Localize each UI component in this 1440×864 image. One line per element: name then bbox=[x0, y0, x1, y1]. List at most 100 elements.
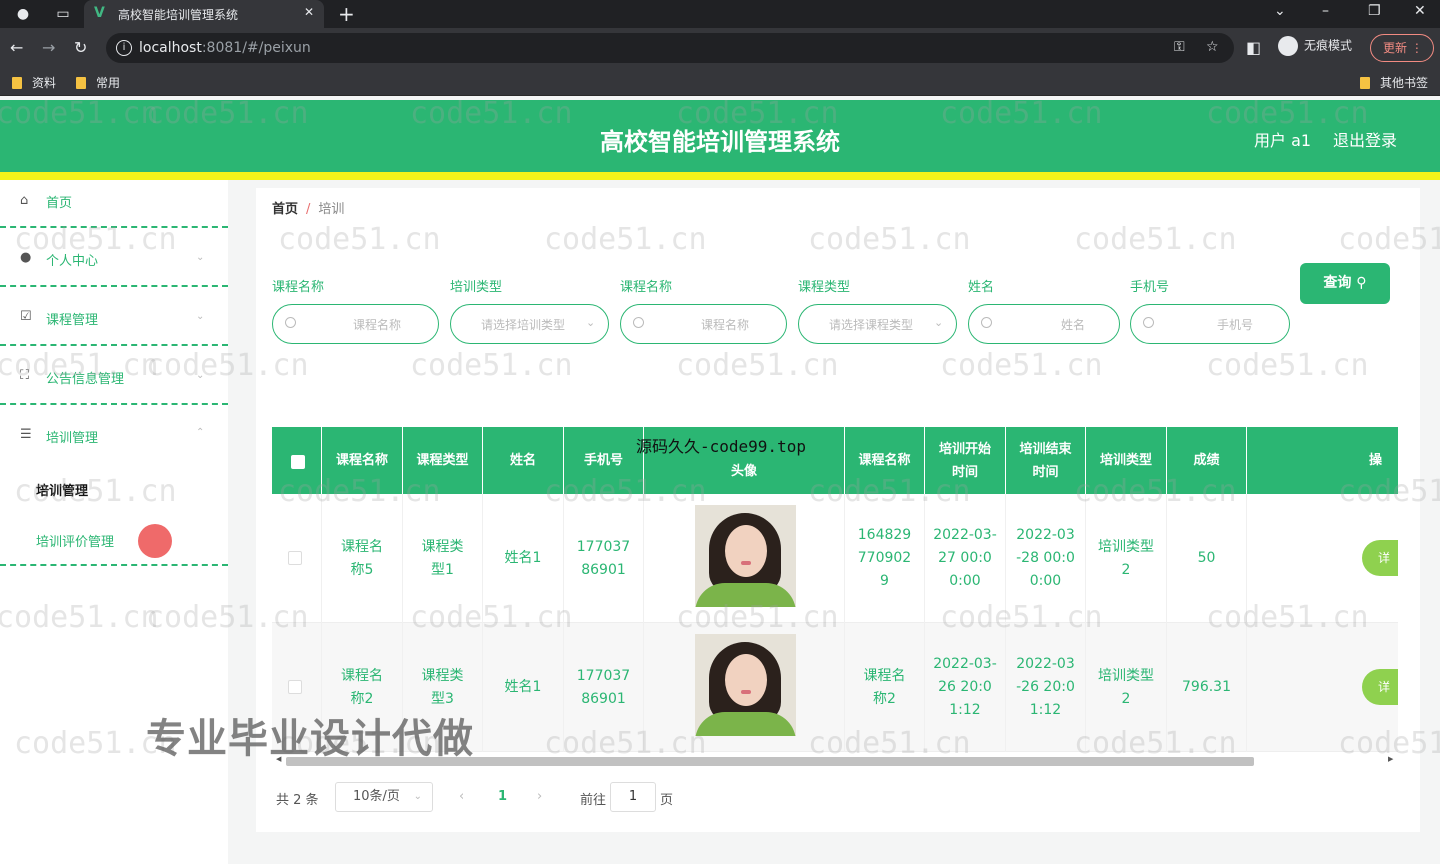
name-input[interactable]: 姓名 bbox=[968, 304, 1120, 344]
menu-icon: ☰ bbox=[20, 427, 32, 442]
query-button[interactable]: 查询 ⚲ bbox=[1300, 263, 1390, 304]
row-checkbox[interactable] bbox=[288, 551, 302, 565]
incognito-indicator[interactable]: 无痕模式 bbox=[1278, 36, 1352, 56]
cell-name: 姓名1 bbox=[483, 494, 564, 623]
column-header[interactable]: 课程类型 bbox=[403, 427, 483, 494]
restore-icon[interactable]: ❐ bbox=[1368, 3, 1381, 19]
filter-label-course-name-2: 课程名称 bbox=[620, 280, 673, 295]
placeholder: 请选择培训类型 bbox=[481, 318, 566, 332]
column-header[interactable]: 培训结束时间 bbox=[1006, 427, 1086, 494]
tab-list-icon[interactable]: ⌄ bbox=[1274, 3, 1286, 19]
url-host: localhost bbox=[139, 40, 202, 56]
browser-tab[interactable]: V 高校智能培训管理系统 ✕ bbox=[84, 0, 324, 28]
cell-phone: 17703786901 bbox=[564, 623, 644, 752]
sidebar-item-notices[interactable]: ⛶ 公告信息管理 ⌄ bbox=[0, 356, 228, 414]
tab-title: 高校智能培训管理系统 bbox=[118, 8, 239, 22]
bookmark-item[interactable]: 资料 bbox=[12, 74, 56, 91]
row-checkbox[interactable] bbox=[288, 680, 302, 694]
sidebar-item-training[interactable]: ☰ 培训管理 ⌃ bbox=[0, 415, 228, 473]
cell-score: 50 bbox=[1167, 494, 1247, 623]
filter-label-course-type: 课程类型 bbox=[798, 280, 851, 295]
tab-search-icon[interactable]: ▭ bbox=[54, 5, 72, 23]
folder-icon bbox=[76, 77, 86, 89]
key-icon[interactable]: ⚿ bbox=[1174, 39, 1185, 55]
cell-phone: 17703786901 bbox=[564, 494, 644, 623]
phone-input[interactable]: 手机号 bbox=[1130, 304, 1290, 344]
prev-page-button[interactable]: ‹ bbox=[459, 789, 464, 804]
avatar-lips bbox=[741, 561, 751, 565]
column-header[interactable]: 培训类型 bbox=[1086, 427, 1167, 494]
cell-end-time: 2022-03-26 20:01:12 bbox=[1006, 623, 1086, 752]
page-number-current[interactable]: 1 bbox=[498, 789, 507, 804]
search-icon bbox=[1143, 317, 1154, 328]
bookmark-item[interactable]: 常用 bbox=[76, 74, 120, 91]
close-tab-icon[interactable]: ✕ bbox=[304, 5, 314, 19]
page-unit-label: 页 bbox=[660, 793, 674, 808]
divider bbox=[0, 344, 228, 346]
detail-button[interactable]: 详 bbox=[1362, 540, 1398, 576]
divider bbox=[0, 403, 228, 405]
update-button[interactable]: 更新 ⋮ bbox=[1370, 34, 1434, 62]
course-type-select[interactable]: 请选择课程类型 ⌄ bbox=[798, 304, 957, 344]
chevron-down-icon: ⌄ bbox=[196, 370, 205, 381]
column-header[interactable]: 姓名 bbox=[483, 427, 564, 494]
current-user: 用户 a1 bbox=[1254, 131, 1312, 150]
update-label: 更新 bbox=[1383, 41, 1408, 55]
placeholder: 请选择课程类型 bbox=[829, 318, 914, 332]
avatar-lips bbox=[741, 690, 751, 694]
search-icon bbox=[285, 317, 296, 328]
avatar-sweater bbox=[695, 583, 796, 607]
sidebar-toggle-icon[interactable]: ◧ bbox=[1246, 38, 1261, 57]
home-icon: ⌂ bbox=[20, 193, 29, 208]
page-size-select[interactable]: 10条/页 ⌄ bbox=[335, 782, 433, 812]
user-icon: ● bbox=[20, 250, 32, 265]
star-icon[interactable]: ☆ bbox=[1206, 39, 1219, 55]
course-name-input[interactable]: 课程名称 bbox=[272, 304, 439, 344]
browser-menu-icon[interactable]: ● bbox=[14, 5, 32, 23]
column-header[interactable]: 成绩 bbox=[1167, 427, 1247, 494]
new-tab-icon[interactable]: + bbox=[338, 2, 355, 26]
sidebar-item-home[interactable]: ⌂ 首页 bbox=[0, 180, 228, 238]
placeholder: 课程名称 bbox=[701, 318, 750, 332]
cell-score: 796.31 bbox=[1167, 623, 1247, 752]
reload-icon[interactable]: ↻ bbox=[74, 38, 87, 57]
placeholder: 课程名称 bbox=[353, 318, 402, 332]
select-all-checkbox[interactable] bbox=[291, 455, 305, 469]
minimize-icon[interactable]: – bbox=[1322, 3, 1329, 19]
url-input[interactable]: i localhost:8081/#/peixun ⚿ ☆ bbox=[106, 33, 1234, 63]
column-header[interactable]: 操 bbox=[1247, 427, 1398, 494]
close-window-icon[interactable]: ✕ bbox=[1414, 3, 1426, 19]
column-header[interactable]: 培训开始时间 bbox=[925, 427, 1006, 494]
forward-icon[interactable]: → bbox=[42, 38, 55, 57]
column-header[interactable]: 课程名称 bbox=[322, 427, 403, 494]
avatar-sweater bbox=[695, 712, 796, 736]
click-indicator bbox=[138, 524, 172, 558]
sidebar-item-label: 首页 bbox=[46, 196, 73, 211]
breadcrumb-home[interactable]: 首页 bbox=[272, 202, 298, 217]
site-info-icon[interactable]: i bbox=[116, 40, 132, 56]
training-type-select[interactable]: 请选择培训类型 ⌄ bbox=[450, 304, 609, 344]
sidebar-item-profile[interactable]: ● 个人中心 ⌄ bbox=[0, 238, 228, 296]
filter-label-name: 姓名 bbox=[968, 280, 995, 295]
chevron-down-icon: ⌄ bbox=[196, 311, 205, 322]
other-bookmarks[interactable]: 其他书签 bbox=[1360, 74, 1428, 91]
logout-link[interactable]: 退出登录 bbox=[1333, 127, 1397, 151]
divider bbox=[0, 226, 228, 228]
course-name-input-2[interactable]: 课程名称 bbox=[620, 304, 787, 344]
column-header[interactable]: 课程名称 bbox=[845, 427, 925, 494]
sub-item-training-evaluation[interactable]: 培训评价管理 bbox=[36, 531, 114, 550]
source-overlay-text: 源码久久-code99.top bbox=[636, 437, 806, 456]
detail-button[interactable]: 详 bbox=[1362, 669, 1398, 705]
app-title: 高校智能培训管理系统 bbox=[600, 128, 840, 156]
sub-item-training[interactable]: 培训管理 bbox=[36, 480, 88, 499]
sidebar-item-courses[interactable]: ☑ 课程管理 ⌄ bbox=[0, 297, 228, 355]
scroll-right-icon[interactable]: ▶ bbox=[1388, 755, 1393, 763]
goto-page-input[interactable]: 1 bbox=[610, 782, 656, 812]
goto-label: 前往 bbox=[580, 793, 607, 808]
column-header[interactable]: 手机号 bbox=[564, 427, 644, 494]
folder-icon bbox=[12, 77, 22, 89]
table-header: 课程名称 课程类型 姓名 手机号 头像 课程名称 培训开始时间 培训结束时间 培… bbox=[272, 427, 1398, 494]
next-page-button[interactable]: › bbox=[537, 789, 542, 804]
sidebar-item-label: 培训管理 bbox=[46, 431, 99, 446]
back-icon[interactable]: ← bbox=[10, 38, 23, 57]
